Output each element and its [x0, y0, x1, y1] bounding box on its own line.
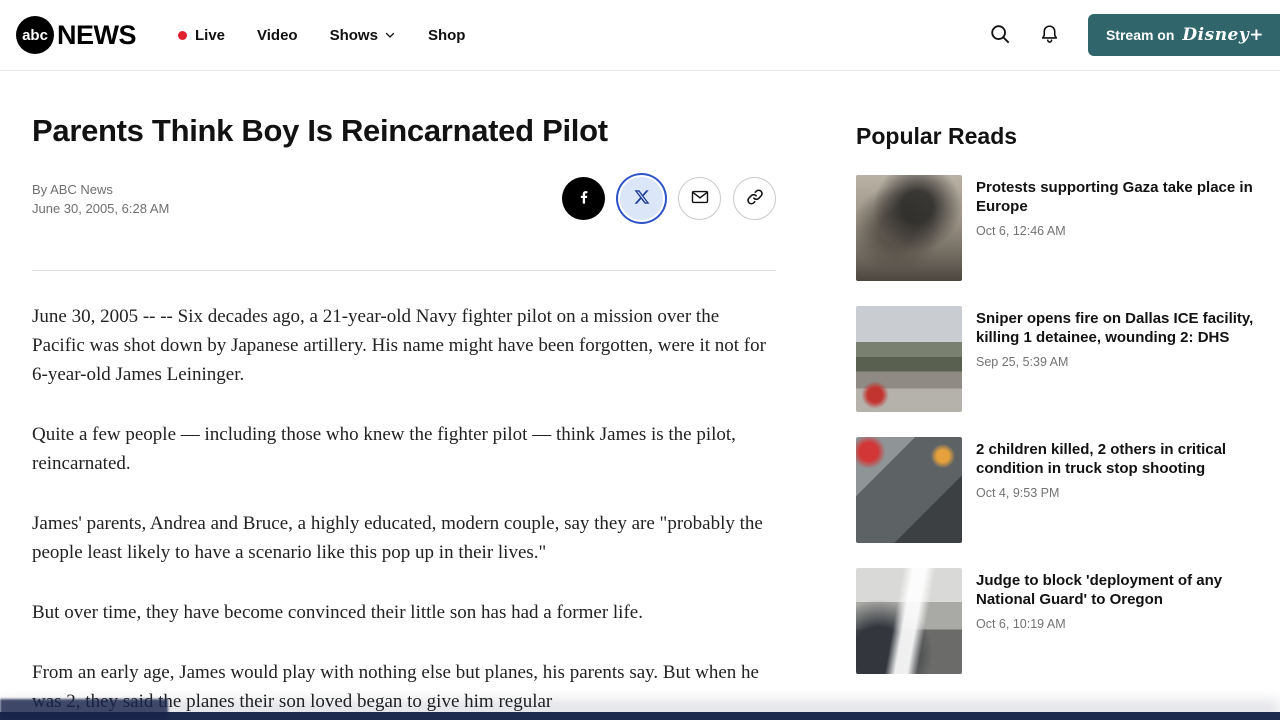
article-thumbnail	[856, 568, 962, 674]
popular-item-text: Sniper opens fire on Dallas ICE facility…	[976, 306, 1254, 412]
share-facebook-button[interactable]	[562, 177, 605, 220]
email-icon	[690, 187, 710, 210]
article-paragraph: Quite a few people — including those who…	[32, 424, 736, 474]
article-body: June 30, 2005 -- -- Six decades ago, a 2…	[32, 302, 776, 716]
bell-icon	[1039, 23, 1060, 48]
popular-read-item[interactable]: Protests supporting Gaza take place in E…	[856, 175, 1254, 281]
popular-item-headline: Protests supporting Gaza take place in E…	[976, 179, 1253, 215]
popular-read-item[interactable]: 2 children killed, 2 others in critical …	[856, 437, 1254, 543]
stream-on-disney-button[interactable]: Stream on Disney+	[1087, 14, 1280, 56]
stream-on-label: Stream on	[1105, 27, 1175, 43]
article-thumbnail	[856, 437, 962, 543]
byline-author: By ABC News	[32, 181, 113, 197]
disney-plus-logo: Disney+	[1182, 25, 1264, 45]
share-x-button[interactable]	[620, 177, 663, 220]
article-title: Parents Think Boy Is Reincarnated Pilot	[32, 113, 608, 148]
share-copy-link-button[interactable]	[733, 177, 776, 220]
popular-item-timestamp: Sep 25, 5:39 AM	[976, 355, 1069, 369]
popular-item-timestamp: Oct 6, 12:46 AM	[976, 224, 1066, 238]
footer-peek-bar	[0, 712, 1280, 720]
article-thumbnail	[856, 306, 962, 412]
header-actions: Stream on Disney+	[989, 14, 1280, 56]
article-thumbnail	[856, 175, 962, 281]
article-paragraph: James' parents, Andrea and Bruce, a high…	[32, 513, 763, 563]
popular-item-headline: Judge to block 'deployment of any Nation…	[976, 572, 1223, 608]
nav-shows-label: Shows	[329, 26, 378, 44]
popular-reads-sidebar: Popular Reads Protests supporting Gaza t…	[856, 71, 1254, 716]
facebook-icon	[574, 187, 594, 210]
news-logo-text: NEWS	[57, 19, 137, 50]
popular-item-text: 2 children killed, 2 others in critical …	[976, 437, 1254, 543]
share-email-button[interactable]	[678, 177, 721, 220]
byline-block: By ABC News June 30, 2005, 6:28 AM	[32, 180, 169, 218]
share-bar	[562, 177, 776, 220]
nav-video-label: Video	[257, 26, 298, 44]
sidebar-title: Popular Reads	[856, 123, 1018, 149]
abc-logo-circle: abc	[16, 16, 54, 54]
article-paragraph: But over time, they have become convince…	[32, 602, 643, 623]
popular-reads-list: Protests supporting Gaza take place in E…	[856, 175, 1254, 674]
byline-row: By ABC News June 30, 2005, 6:28 AM	[32, 177, 776, 220]
nav-live-label: Live	[195, 26, 226, 44]
popular-item-timestamp: Oct 4, 9:53 PM	[976, 486, 1060, 500]
search-icon	[989, 23, 1011, 48]
nav-item-video[interactable]: Video	[257, 27, 298, 44]
search-button[interactable]	[989, 23, 1011, 48]
notifications-button[interactable]	[1039, 23, 1060, 48]
site-header: abc NEWS Live Video Shows Shop Stream on…	[0, 0, 1280, 71]
x-icon	[633, 188, 651, 209]
link-icon	[745, 187, 765, 210]
popular-item-timestamp: Oct 6, 10:19 AM	[976, 617, 1066, 631]
popular-item-headline: Sniper opens fire on Dallas ICE facility…	[976, 310, 1254, 346]
chevron-down-icon	[384, 29, 396, 41]
abc-logo-text: abc	[22, 26, 48, 44]
article: Parents Think Boy Is Reincarnated Pilot …	[32, 71, 776, 716]
popular-read-item[interactable]: Sniper opens fire on Dallas ICE facility…	[856, 306, 1254, 412]
nav-item-shop[interactable]: Shop	[428, 27, 466, 44]
primary-nav: Live Video Shows Shop	[178, 27, 465, 44]
nav-shop-label: Shop	[427, 26, 466, 44]
popular-read-item[interactable]: Judge to block 'deployment of any Nation…	[856, 568, 1254, 674]
article-paragraph: June 30, 2005 -- -- Six decades ago, a 2…	[32, 306, 766, 385]
popular-item-headline: 2 children killed, 2 others in critical …	[976, 441, 1227, 477]
popular-item-text: Judge to block 'deployment of any Nation…	[976, 568, 1254, 674]
popular-item-text: Protests supporting Gaza take place in E…	[976, 175, 1254, 281]
article-divider	[32, 270, 776, 271]
byline-date: June 30, 2005, 6:28 AM	[32, 200, 170, 216]
live-dot-icon	[178, 30, 187, 40]
nav-item-shows[interactable]: Shows	[330, 27, 396, 44]
nav-item-live[interactable]: Live	[178, 27, 225, 44]
abc-news-logo[interactable]: abc NEWS	[16, 16, 137, 54]
page-body: Parents Think Boy Is Reincarnated Pilot …	[0, 71, 1280, 716]
